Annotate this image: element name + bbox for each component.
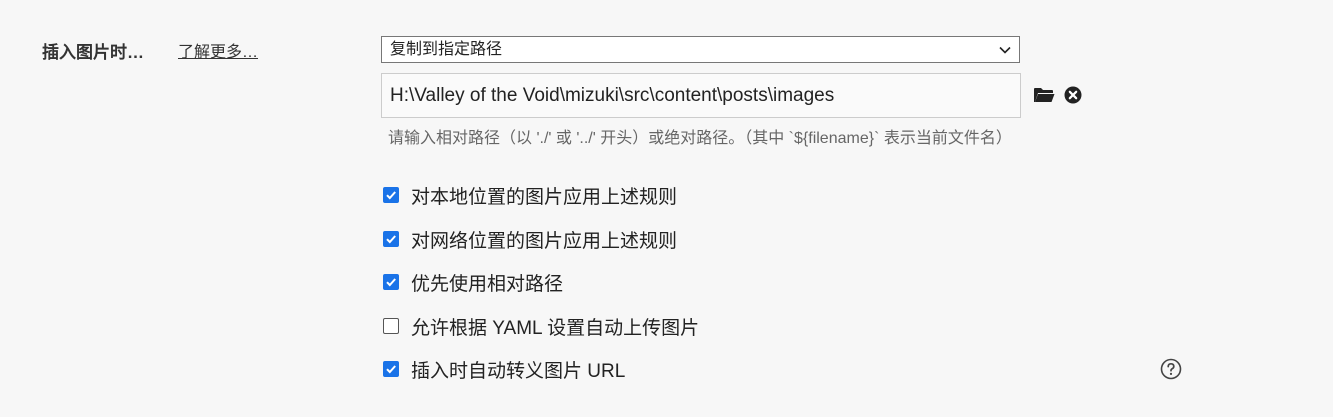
option-apply-network-images[interactable]: 对网络位置的图片应用上述规则 xyxy=(383,228,678,252)
checkmark-icon xyxy=(386,278,396,287)
option-prefer-relative-path[interactable]: 优先使用相对路径 xyxy=(383,271,564,295)
checkbox[interactable] xyxy=(383,187,399,203)
help-circle-icon[interactable] xyxy=(1160,358,1182,380)
folder-icon[interactable] xyxy=(1033,86,1055,104)
option-label: 对本地位置的图片应用上述规则 xyxy=(411,186,678,208)
chevron-down-icon xyxy=(999,46,1011,54)
checkmark-icon xyxy=(386,235,396,244)
insert-image-label: 插入图片时… xyxy=(42,43,144,62)
option-label: 优先使用相对路径 xyxy=(411,273,564,295)
insert-image-action-select[interactable]: 复制到指定路径 xyxy=(381,36,1020,63)
checkbox[interactable] xyxy=(383,318,399,334)
learn-more-link[interactable]: 了解更多… xyxy=(178,38,258,62)
checkbox[interactable] xyxy=(383,361,399,377)
select-value: 复制到指定路径 xyxy=(390,41,503,58)
option-apply-local-images[interactable]: 对本地位置的图片应用上述规则 xyxy=(383,184,678,208)
option-label: 对网络位置的图片应用上述规则 xyxy=(411,230,678,252)
option-label: 插入时自动转义图片 URL xyxy=(411,360,626,382)
option-yaml-auto-upload[interactable]: 允许根据 YAML 设置自动上传图片 xyxy=(383,315,700,339)
checkmark-icon xyxy=(386,191,396,200)
option-label: 允许根据 YAML 设置自动上传图片 xyxy=(411,317,700,339)
checkbox[interactable] xyxy=(383,231,399,247)
checkmark-icon xyxy=(386,365,396,374)
clear-circle-icon[interactable] xyxy=(1064,86,1082,104)
image-path-input[interactable] xyxy=(381,73,1021,118)
option-escape-image-url[interactable]: 插入时自动转义图片 URL xyxy=(383,358,626,382)
checkbox[interactable] xyxy=(383,274,399,290)
path-hint: 请输入相对路径（以 './' 或 '../' 开头）或绝对路径。（其中 `${f… xyxy=(388,130,1012,147)
